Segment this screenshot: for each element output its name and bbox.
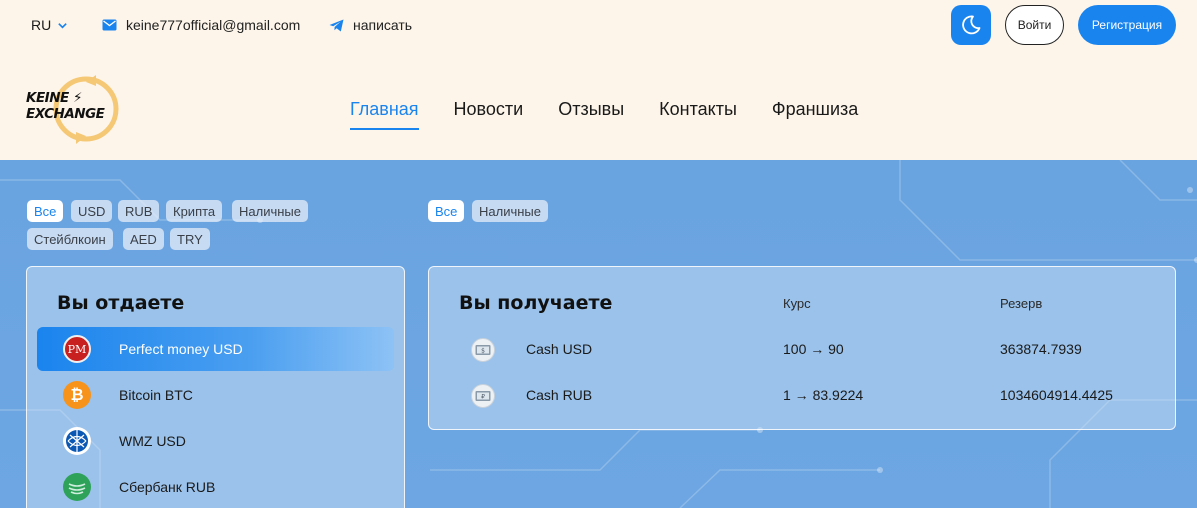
- filter-give-all[interactable]: Все: [27, 200, 64, 222]
- webmoney-icon: [63, 427, 91, 455]
- cash-rub-icon: ₽: [471, 384, 495, 408]
- language-label: RU: [31, 17, 52, 33]
- filter-give-usd[interactable]: USD: [71, 200, 113, 222]
- filter-give-stablecoin[interactable]: Стейблкоин: [27, 228, 113, 250]
- telegram-link[interactable]: написать: [329, 17, 412, 33]
- chevron-down-icon: [58, 22, 67, 29]
- bitcoin-icon: ₿: [63, 381, 91, 409]
- exchange-section: Все USD RUB Крипта Наличные Стейблкоин A…: [0, 160, 1197, 508]
- perfect-money-icon: PM: [63, 335, 91, 363]
- filter-get-all[interactable]: Все: [428, 200, 465, 222]
- nav-contacts[interactable]: Контакты: [659, 99, 737, 130]
- register-button[interactable]: Регистрация: [1078, 5, 1176, 45]
- filter-get-cash[interactable]: Наличные: [472, 200, 548, 222]
- theme-toggle-button[interactable]: [951, 5, 991, 45]
- get-row-cash-usd[interactable]: $ Cash USD 100 → 90 363874.7939: [429, 335, 1175, 365]
- rate-column-header: Курс: [783, 296, 811, 311]
- nav-reviews[interactable]: Отзывы: [558, 99, 624, 130]
- email-text: keine777official@gmail.com: [126, 17, 301, 33]
- give-item-sberbank[interactable]: Сбербанк RUB: [37, 465, 394, 508]
- perfect-money-icon-text: PM: [67, 342, 87, 356]
- get-item-name: Cash RUB: [526, 387, 593, 403]
- give-item-wmz[interactable]: WMZ USD: [37, 419, 394, 463]
- filter-give-cash[interactable]: Наличные: [232, 200, 308, 222]
- filter-give-try[interactable]: TRY: [170, 228, 210, 250]
- give-panel-title: Вы отдаете: [57, 292, 185, 314]
- mail-icon: [102, 19, 117, 31]
- give-panel: Вы отдаете PM Perfect money USD ₿ Bitcoi…: [26, 266, 405, 508]
- lightning-icon: ⚡: [72, 90, 82, 106]
- get-panel: Вы получаете Курс Резерв $ Cash USD 100 …: [428, 266, 1176, 430]
- give-item-label: Perfect money USD: [119, 341, 243, 357]
- email-link[interactable]: keine777official@gmail.com: [102, 17, 300, 33]
- logo-line2: EXCHANGE: [26, 106, 105, 122]
- get-item-rate: 1 → 83.9224: [783, 387, 864, 403]
- logo-text: KEINE ⚡ EXCHANGE: [26, 90, 105, 122]
- get-item-name: Cash USD: [526, 341, 593, 357]
- give-item-label: Сбербанк RUB: [119, 479, 216, 495]
- svg-text:₽: ₽: [481, 394, 485, 401]
- telegram-icon: [329, 19, 344, 31]
- filter-give-crypto[interactable]: Крипта: [166, 200, 223, 222]
- get-panel-title: Вы получаете: [459, 292, 613, 314]
- nav-news[interactable]: Новости: [454, 99, 524, 130]
- filter-give-aed[interactable]: AED: [123, 228, 164, 250]
- svg-text:$: $: [481, 348, 485, 355]
- login-button[interactable]: Войти: [1005, 5, 1064, 45]
- nav-franchise[interactable]: Франшиза: [772, 99, 858, 130]
- give-item-perfect-money[interactable]: PM Perfect money USD: [37, 327, 394, 371]
- get-item-reserve: 1034604914.4425: [1000, 387, 1113, 403]
- get-item-rate: 100 → 90: [783, 341, 844, 357]
- cash-usd-icon: $: [471, 338, 495, 362]
- site-logo[interactable]: KEINE ⚡ EXCHANGE: [24, 72, 128, 150]
- nav-home[interactable]: Главная: [350, 99, 419, 130]
- write-text: написать: [353, 17, 413, 33]
- give-item-label: Bitcoin BTC: [119, 387, 193, 403]
- language-selector[interactable]: RU: [31, 17, 68, 33]
- moon-icon: [962, 15, 981, 35]
- give-item-bitcoin[interactable]: ₿ Bitcoin BTC: [37, 373, 394, 417]
- sberbank-icon: [63, 473, 91, 501]
- give-item-label: WMZ USD: [119, 433, 186, 449]
- get-item-reserve: 363874.7939: [1000, 341, 1082, 357]
- logo-line1: KEINE: [26, 90, 69, 106]
- get-row-cash-rub[interactable]: ₽ Cash RUB 1 → 83.9224 1034604914.4425: [429, 381, 1175, 411]
- top-bar: RU keine777official@gmail.com написать В…: [0, 0, 1197, 52]
- reserve-column-header: Резерв: [1000, 296, 1043, 311]
- filter-give-rub[interactable]: RUB: [118, 200, 160, 222]
- main-nav: Главная Новости Отзывы Контакты Франшиза: [350, 99, 858, 130]
